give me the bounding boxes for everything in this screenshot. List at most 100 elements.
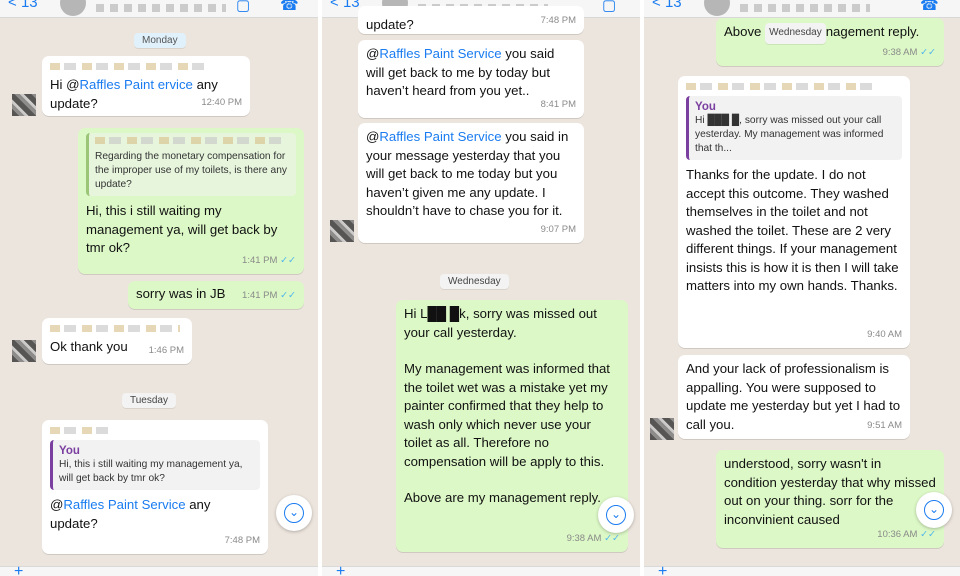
contact-name-redacted (740, 4, 870, 12)
message-bubble[interactable]: understood, sorry wasn't in condition ye… (716, 450, 944, 548)
timestamp: 7:48 PM (540, 14, 576, 26)
sender-name-redacted (50, 63, 210, 70)
plus-icon[interactable]: + (658, 563, 667, 576)
chevron-down-icon: ⌄ (606, 505, 626, 525)
sender-avatar (12, 94, 36, 116)
unread-count: 13 (342, 0, 360, 11)
quoted-reply[interactable]: You Hi ███ █, sorry was missed out your … (686, 96, 902, 160)
scroll-to-bottom-button[interactable]: ⌄ (916, 492, 952, 528)
input-bar: + (0, 563, 318, 576)
message-bubble[interactable]: And your lack of professionalism is appa… (678, 355, 910, 439)
timestamp: 9:40 AM (867, 328, 902, 340)
message-text: Hi L██ █k, sorry was missed out your cal… (404, 306, 597, 340)
back-chevron-icon[interactable]: < 13 (330, 0, 360, 11)
quoted-text: Hi, this i still waiting my management y… (59, 459, 243, 484)
video-call-icon[interactable]: ▢ (602, 0, 616, 14)
message-text: Thanks for the update. I do not accept t… (686, 167, 899, 293)
plus-icon[interactable]: + (14, 563, 23, 576)
message-text: @Raffles Paint Service you said in your … (366, 129, 569, 218)
message-bubble[interactable]: Above Wednesday nagement reply. 9:38 AM ✓… (716, 18, 944, 66)
unread-count: 13 (664, 0, 682, 11)
chevron-down-icon: ⌄ (284, 503, 304, 523)
contact-name-redacted (96, 4, 226, 12)
message-bubble[interactable]: Ok thank you 1:46 PM (42, 318, 192, 364)
timestamp: 8:41 PM (540, 98, 576, 110)
timestamp: 7:48 PM (224, 534, 260, 546)
video-call-icon[interactable]: ▢ (236, 0, 250, 14)
timestamp: 1:46 PM (148, 344, 184, 356)
timestamp: 9:38 AM ✓✓ (882, 46, 936, 58)
date-chip-wednesday: Wednesday (765, 23, 826, 44)
quote-author: You (59, 445, 80, 457)
scroll-to-bottom-button[interactable]: ⌄ (598, 497, 634, 533)
read-ticks-icon: ✓✓ (920, 528, 936, 540)
date-chip-monday: Monday (134, 33, 186, 48)
read-ticks-icon: ✓✓ (280, 254, 296, 266)
timestamp: 1:41 PM ✓✓ (242, 289, 296, 301)
avatar[interactable] (704, 0, 730, 16)
quoted-reply[interactable]: Regarding the monetary compensation for … (86, 133, 296, 196)
quoted-text: Hi ███ █, sorry was missed out your call… (695, 115, 884, 154)
sender-name-redacted (50, 325, 180, 332)
sender-avatar (12, 340, 36, 362)
timestamp: 1:41 PM ✓✓ (242, 254, 296, 266)
date-chip-wednesday: Wednesday (440, 274, 509, 289)
scroll-to-bottom-button[interactable]: ⌄ (276, 495, 312, 531)
avatar[interactable] (60, 0, 86, 16)
message-bubble[interactable]: Regarding the monetary compensation for … (78, 128, 304, 274)
input-bar: + (322, 563, 640, 576)
back-chevron-icon[interactable]: < 13 (8, 0, 38, 11)
message-bubble[interactable]: Hi @Raffles Paint ervice any update? 12:… (42, 56, 250, 116)
timestamp: 9:51 AM (867, 419, 902, 431)
message-bubble[interactable]: Hi L██ █k, sorry was missed out your cal… (396, 300, 628, 552)
quoted-text: Regarding the monetary compensation for … (95, 151, 287, 190)
quoted-reply[interactable]: You Hi, this i still waiting my manageme… (50, 440, 260, 490)
chat-panel-2: < 13 ▢ update? 7:48 PM @Raffles Paint Se… (322, 0, 640, 576)
message-text: understood, sorry wasn't in condition ye… (724, 456, 936, 527)
chat-header: < 13 ☎ (644, 0, 960, 18)
plus-icon[interactable]: + (336, 563, 345, 576)
quote-author: You (695, 101, 716, 113)
timestamp: 9:07 PM (540, 223, 576, 235)
message-bubble[interactable]: You Hi ███ █, sorry was missed out your … (678, 76, 910, 348)
date-chip-tuesday: Tuesday (122, 393, 176, 408)
message-text: @Raffles Paint Service you said will get… (366, 46, 555, 98)
mention-link[interactable]: Raffles Paint Service (379, 129, 501, 144)
input-bar: + (644, 563, 960, 576)
unread-count: 13 (20, 0, 38, 11)
chat-panel-1: < 13 ▢ ☎ Monday Hi @Raffles Paint ervice… (0, 0, 318, 576)
sender-name-redacted (50, 427, 110, 434)
read-ticks-icon: ✓✓ (280, 289, 296, 301)
timestamp: 10:36 AM ✓✓ (877, 528, 936, 540)
chevron-down-icon: ⌄ (924, 500, 944, 520)
mention-link[interactable]: Raffles Paint Service (379, 46, 501, 61)
chat-header: < 13 ▢ ☎ (0, 0, 318, 18)
chat-panel-3: < 13 ☎ Above Wednesday nagement reply. 9:… (644, 0, 960, 576)
mention-link[interactable]: Raffles Paint Service (63, 497, 185, 512)
message-text: My management was informed that the toil… (404, 361, 610, 469)
message-text: Above Wednesday nagement reply. (724, 23, 936, 45)
screenshot-collage: < 13 ▢ ☎ Monday Hi @Raffles Paint ervice… (0, 0, 960, 576)
message-bubble[interactable]: update? 7:48 PM (358, 6, 584, 34)
sender-name-redacted (686, 83, 876, 90)
timestamp: 12:40 PM (201, 96, 242, 108)
sender-avatar (330, 220, 354, 242)
message-bubble[interactable]: @Raffles Paint Service you said will get… (358, 40, 584, 118)
message-bubble[interactable]: You Hi, this i still waiting my manageme… (42, 420, 268, 554)
read-ticks-icon: ✓✓ (604, 532, 620, 544)
message-text: update? (366, 17, 414, 32)
back-chevron-icon[interactable]: < 13 (652, 0, 682, 11)
mention-link[interactable]: Raffles Paint (80, 77, 155, 92)
read-ticks-icon: ✓✓ (920, 46, 936, 58)
sender-avatar (650, 418, 674, 440)
message-text: Hi, this i still waiting my management y… (86, 203, 278, 255)
voice-call-icon[interactable]: ☎ (280, 0, 299, 14)
message-bubble[interactable]: sorry was in JB 1:41 PM ✓✓ (128, 281, 304, 309)
message-text: Above are my management reply. (404, 490, 601, 505)
message-text: @Raffles Paint Service any update? (50, 497, 211, 531)
message-bubble[interactable]: @Raffles Paint Service you said in your … (358, 123, 584, 243)
message-text: Ok thank you (50, 339, 128, 354)
voice-call-icon[interactable]: ☎ (920, 0, 939, 14)
quote-sender-redacted (95, 137, 285, 144)
message-text: sorry was in JB (136, 286, 226, 301)
